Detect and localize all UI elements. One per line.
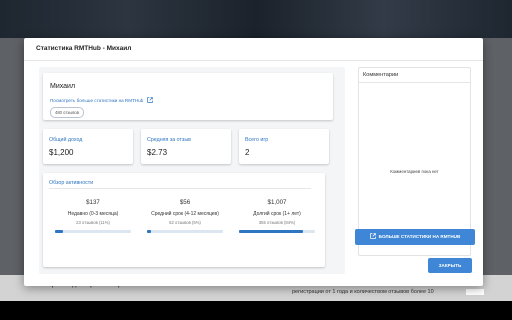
segment-reviews: 23 отзывов (11%) [76,220,110,225]
rmthub-profile-link[interactable]: Посмотреть больше статистики на RMTHub [50,97,153,103]
stat-label: Всего игр [245,137,269,143]
segment-progress-bar [147,230,223,233]
modal-divider [24,60,483,61]
external-link-icon [146,97,153,103]
activity-segment-mid: $56 Средний срок (4-12 месяцев) 52 отзыв… [141,197,229,237]
more-stats-button[interactable]: БОЛЬШЕ СТАТИСТИКИ НА RMTHUB [355,229,475,245]
background-bar [0,301,512,320]
modal-title: Статистика RMTHub - Михаил [36,45,132,52]
segment-label: Долгий срок (1+ лет) [253,211,301,217]
stat-value: $2.73 [147,148,168,157]
stat-card-total-income: Общий доход $1,200 [43,129,133,164]
comments-panel: Комментарии Комментариев пока нет Войдит… [358,67,471,256]
user-card: Михаил Посмотреть больше статистики на R… [43,73,333,120]
background-widget [466,289,484,295]
segment-progress-bar [239,230,315,233]
comments-divider [359,82,470,83]
comments-empty-text: Комментариев пока нет [390,169,439,174]
more-stats-button-label: БОЛЬШЕ СТАТИСТИКИ НА RMTHUB [378,234,461,239]
segment-amount: $56 [179,199,191,206]
stat-card-total-games: Всего игр 2 [239,129,329,164]
stat-card-average: Средняя за отзыв $2.73 [141,129,231,164]
stat-value: $1,200 [49,148,74,157]
close-button[interactable]: ЗАКРЫТЬ [428,258,472,273]
stat-label: Общий доход [49,137,83,143]
segment-reviews: 355 отзывов (84%) [258,220,296,225]
segment-reviews: 52 отзывов (5%) [169,220,201,225]
stat-value: 2 [245,148,250,157]
stats-panel: Михаил Посмотреть больше статистики на R… [39,67,345,274]
stats-modal: Статистика RMTHub - Михаил Михаил Посмот… [24,38,483,286]
segment-progress-fill [55,230,64,233]
background-text-line: регистрации от 1 года и количеством отзы… [292,289,434,295]
segment-progress-fill [239,230,303,233]
activity-segment-long: $1,007 Долгий срок (1+ лет) 355 отзывов … [233,197,321,237]
comments-title: Комментарии [363,72,399,78]
stat-label: Средняя за отзыв [147,137,191,143]
segment-label: Недавно (0-3 месяца) [67,211,119,217]
activity-title: Обзор активности [49,180,94,186]
activity-card: Обзор активности $137 Недавно (0-3 месяц… [43,173,325,267]
background-header [0,0,512,38]
segment-amount: $1,007 [267,199,287,206]
segment-progress-fill [147,230,151,233]
reviews-count-badge: 480 отзывов [50,107,84,118]
segment-label: Средний срок (4-12 месяцев) [151,211,219,217]
activity-segment-recent: $137 Недавно (0-3 месяца) 23 отзывов (11… [49,197,137,237]
activity-divider [49,188,311,189]
external-link-icon [369,233,376,239]
rmthub-profile-link-label: Посмотреть больше статистики на RMTHub [50,98,144,103]
user-name: Михаил [50,83,76,90]
segment-amount: $137 [86,199,100,206]
segment-progress-bar [55,230,131,233]
